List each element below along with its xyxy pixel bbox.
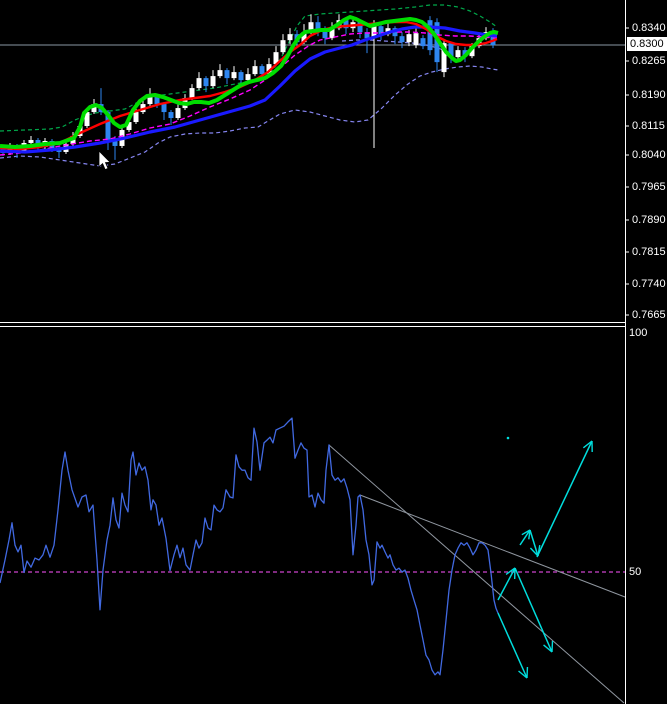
candle-body: [231, 72, 237, 79]
candle-body: [259, 66, 265, 75]
price-panel: [0, 4, 625, 167]
price-tick-label: 0.8040: [632, 149, 666, 161]
forecast-arrow-down-mid[interactable]: [514, 567, 554, 653]
price-tick-label: 0.7965: [632, 181, 666, 193]
candle-body: [210, 76, 216, 87]
cyan-dot[interactable]: [506, 436, 510, 440]
candle-body: [189, 88, 195, 99]
candle-body: [196, 78, 202, 89]
candle-body: [413, 33, 419, 46]
candle-body: [133, 112, 139, 123]
candle-body: [161, 104, 167, 113]
forecast-arrow-down-low[interactable]: [497, 612, 529, 679]
candle-body: [238, 72, 244, 81]
price-tick-label: 0.7890: [632, 214, 666, 226]
mouse-cursor: [98, 150, 112, 171]
candle-body: [399, 36, 405, 43]
candle-body: [168, 112, 174, 119]
candle-body: [280, 40, 286, 53]
candle-body: [203, 78, 209, 87]
current-price-tag: 0.8300: [627, 37, 667, 51]
price-tick-label: 0.8265: [632, 55, 666, 67]
forecast-arrow-up-small-1[interactable]: [519, 529, 531, 546]
candle-body: [287, 34, 293, 41]
candle-body: [28, 139, 34, 143]
price-tick-label: 0.8115: [632, 120, 665, 132]
oscillator-scale-100-label: 100: [629, 327, 648, 339]
chart-canvas[interactable]: [0, 0, 667, 704]
price-tick-label: 0.7740: [632, 278, 666, 290]
candle-body: [175, 108, 181, 119]
price-tick-label: 0.8190: [632, 89, 666, 101]
forecast-arrow-down-small-1[interactable]: [529, 529, 541, 557]
descending-trendline-steep[interactable]: [328, 444, 625, 704]
candle-body: [245, 74, 251, 81]
oscillator-panel: [0, 417, 626, 704]
candle-body: [224, 70, 230, 79]
candle-body: [455, 50, 461, 58]
mt4-chart-window: 0.8340 0.8265 0.8190 0.8115 0.8040 0.7965 0.78…: [0, 0, 667, 704]
forecast-arrow-up-large[interactable]: [536, 440, 593, 558]
oscillator-scale-50-label: 50: [629, 566, 642, 578]
price-tick-label: 0.7815: [632, 246, 666, 258]
candle-body: [252, 66, 258, 75]
candle-body: [406, 34, 412, 43]
price-tick-label: 0.7665: [632, 309, 666, 321]
forecast-arrow-up-small-2[interactable]: [497, 567, 516, 601]
candle-body: [217, 70, 223, 77]
candle-body: [420, 38, 426, 47]
oscillator-line: [0, 417, 499, 676]
price-tick-label: 0.8340: [632, 22, 666, 34]
